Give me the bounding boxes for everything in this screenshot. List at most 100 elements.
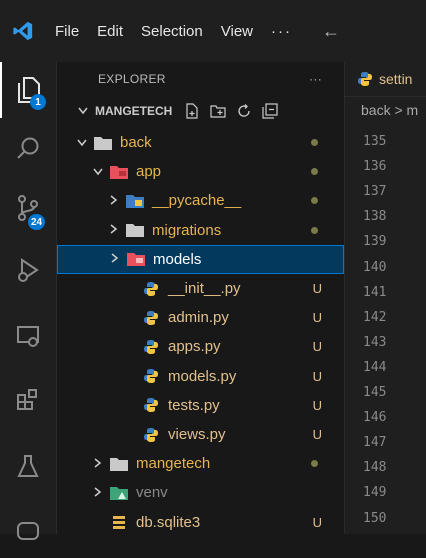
refresh-icon[interactable] (236, 103, 252, 119)
extensions-icon (17, 389, 37, 410)
tree-file-models-py[interactable]: models.py U (57, 362, 344, 391)
tree-file-tests-py[interactable]: tests.py U (57, 391, 344, 420)
tree-item-label: app (136, 163, 162, 181)
title-bar: File Edit Selection View ··· ← (0, 0, 426, 62)
editor-area: settin back > m 135 136 137 138 139 140 141 142… (345, 62, 426, 534)
collapse-all-icon[interactable] (262, 103, 278, 119)
project-section-header[interactable]: MANGETECH (57, 96, 344, 126)
tree-folder--pycache-[interactable]: __pycache__ (57, 186, 344, 215)
search-activity[interactable] (0, 120, 56, 176)
menu-edit[interactable]: Edit (88, 23, 132, 40)
line-number: 140 (363, 259, 387, 275)
chat-icon (17, 522, 39, 540)
app-folder-icon (110, 164, 128, 180)
python-file-icon (142, 368, 160, 384)
tree-item-label: migrations (152, 221, 222, 239)
python-file-icon (142, 397, 160, 413)
tree-item-label: __init__.py (168, 280, 241, 297)
python-folder-icon (126, 193, 144, 209)
tree-folder-migrations[interactable]: migrations (57, 216, 344, 245)
chat-activity[interactable] (0, 502, 56, 558)
line-number: 142 (363, 309, 387, 325)
chevron-right-icon (90, 486, 106, 500)
editor-tab[interactable]: settin (345, 62, 426, 97)
new-file-icon[interactable] (184, 103, 200, 119)
remote-explorer-icon (17, 326, 39, 347)
explorer-more-button[interactable]: ··· (309, 72, 322, 86)
extensions-activity[interactable] (0, 372, 56, 428)
tree-file-admin-py[interactable]: admin.py U (57, 303, 344, 332)
menu-view[interactable]: View (212, 23, 262, 40)
menu-file[interactable]: File (46, 23, 88, 40)
line-number: 147 (363, 435, 387, 451)
flask-icon (17, 455, 39, 477)
line-number: 148 (363, 460, 387, 476)
explorer-header: EXPLORER ··· (57, 62, 344, 96)
editor-tab-label: settin (379, 71, 413, 87)
tree-item-label: apps.py (168, 338, 221, 356)
tree-item-label: admin.py (168, 309, 229, 327)
modified-dot-icon (311, 226, 318, 234)
tree-folder-mangetech[interactable]: mangetech (57, 449, 344, 478)
line-number: 141 (363, 284, 387, 300)
folder-icon (110, 456, 128, 472)
venv-folder-icon (110, 485, 128, 501)
scm-badge: 24 (28, 214, 46, 230)
tree-item-label: views.py (168, 426, 226, 443)
tree-item-label: models.py (168, 367, 237, 385)
new-folder-icon[interactable] (210, 103, 226, 119)
line-number: 150 (363, 510, 387, 526)
back-arrow-icon[interactable]: ← (313, 21, 349, 42)
tree-folder-app[interactable]: app (57, 157, 344, 186)
modified-dot-icon (311, 139, 318, 146)
explorer-sidebar: EXPLORER ··· MANGETECH back app __pycache_… (57, 62, 345, 534)
menu-bar: File Edit Selection View ··· ← (46, 21, 349, 42)
chevron-down-icon (90, 165, 106, 179)
tree-item-label: tests.py (168, 396, 220, 414)
python-file-icon (142, 339, 160, 355)
run-debug-icon (18, 258, 39, 282)
testing-activity[interactable] (0, 438, 56, 494)
line-number: 137 (363, 184, 387, 200)
explorer-badge: 1 (30, 94, 46, 110)
models-folder-icon (127, 251, 145, 267)
line-number: 143 (363, 334, 387, 350)
untracked-badge: U (312, 310, 322, 326)
chevron-right-icon (106, 194, 122, 208)
tree-item-label: models (153, 250, 202, 268)
line-number: 145 (363, 385, 387, 400)
activity-bar: 1 24 (0, 62, 57, 540)
search-icon (17, 137, 39, 159)
tree-folder-venv[interactable]: venv (57, 478, 344, 507)
tree-item-label: __pycache__ (152, 192, 242, 210)
tree-file--init-py[interactable]: __init__.py U (57, 274, 344, 303)
untracked-badge: U (312, 427, 322, 442)
explorer-activity[interactable]: 1 (0, 62, 56, 118)
line-number: 138 (363, 209, 387, 225)
tree-file-apps-py[interactable]: apps.py U (57, 332, 344, 361)
line-number: 144 (363, 359, 387, 375)
tree-folder-back[interactable]: back (57, 128, 344, 157)
menu-more[interactable]: ··· (262, 23, 301, 40)
menu-selection[interactable]: Selection (132, 23, 212, 40)
line-number: 136 (363, 159, 387, 175)
tree-item-label: db.sqlite3 (136, 513, 201, 531)
breadcrumb[interactable]: back > m (345, 97, 426, 123)
modified-dot-icon (311, 168, 318, 176)
untracked-badge: U (312, 281, 322, 296)
python-file-icon (142, 427, 160, 443)
remote-explorer-activity[interactable] (0, 308, 56, 364)
untracked-badge: U (312, 514, 322, 530)
source-control-activity[interactable]: 24 (0, 180, 56, 236)
folder-icon (94, 135, 112, 151)
run-debug-activity[interactable] (0, 242, 56, 298)
tree-file-views-py[interactable]: views.py U (57, 420, 344, 449)
database-file-icon (110, 514, 128, 530)
modified-dot-icon (311, 460, 318, 468)
line-number: 149 (363, 485, 387, 501)
python-file-icon (358, 72, 372, 86)
line-number: 139 (363, 234, 387, 250)
tree-folder-models[interactable]: models (57, 244, 344, 274)
tree-file-db-sqlite3[interactable]: db.sqlite3 U (57, 508, 344, 537)
tree-item-label: venv (136, 484, 168, 502)
